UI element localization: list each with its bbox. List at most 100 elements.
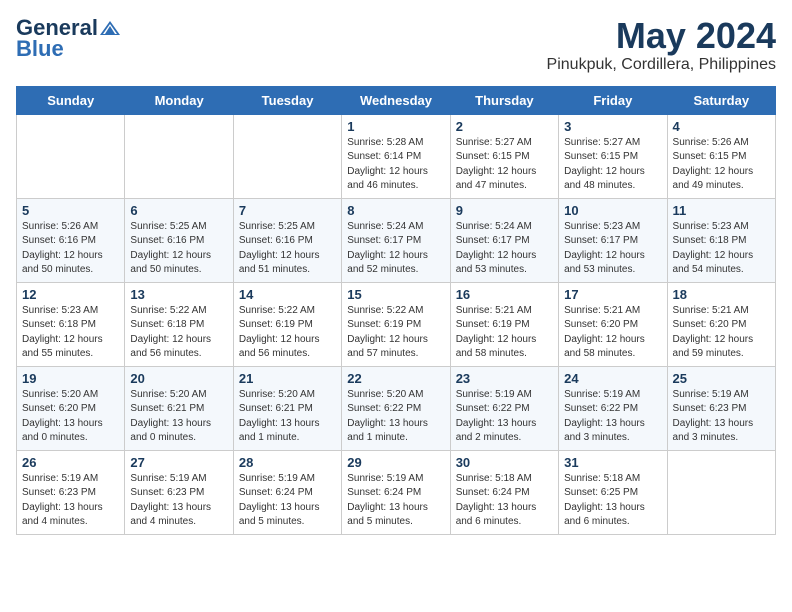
calendar-cell: 17 Sunrise: 5:21 AM Sunset: 6:20 PM Dayli… (559, 282, 667, 366)
day-number: 3 (564, 119, 661, 134)
calendar-cell: 9 Sunrise: 5:24 AM Sunset: 6:17 PM Daylig… (450, 198, 558, 282)
calendar-cell: 6 Sunrise: 5:25 AM Sunset: 6:16 PM Daylig… (125, 198, 233, 282)
day-number: 9 (456, 203, 553, 218)
day-info: Sunrise: 5:19 AM Sunset: 6:24 PM Dayligh… (239, 472, 336, 530)
day-number: 19 (22, 371, 119, 386)
calendar-cell (17, 114, 125, 198)
day-info: Sunrise: 5:19 AM Sunset: 6:24 PM Dayligh… (347, 472, 444, 530)
calendar-cell (233, 114, 341, 198)
calendar-week-row: 1Sunrise: 5:28 AM Sunset: 6:14 PM Daylig… (17, 114, 776, 198)
day-number: 31 (564, 455, 661, 470)
calendar-cell: 21Sunrise: 5:20 AM Sunset: 6:21 PM Dayli… (233, 366, 341, 450)
day-info: Sunrise: 5:27 AM Sunset: 6:15 PM Dayligh… (456, 136, 553, 194)
day-number: 17 (564, 287, 661, 302)
day-number: 8 (347, 203, 444, 218)
calendar-header-row: SundayMondayTuesdayWednesdayThursdayFrid… (17, 86, 776, 114)
calendar-cell: 8 Sunrise: 5:24 AM Sunset: 6:17 PM Daylig… (342, 198, 450, 282)
logo: General Blue (16, 16, 120, 62)
day-number: 6 (130, 203, 227, 218)
calendar-week-row: 26 Sunrise: 5:19 AM Sunset: 6:23 PM Dayli… (17, 450, 776, 534)
calendar-cell (125, 114, 233, 198)
calendar-week-row: 19 Sunrise: 5:20 AM Sunset: 6:20 PM Dayli… (17, 366, 776, 450)
day-info: Sunrise: 5:22 AM Sunset: 6:18 PM Dayligh… (130, 304, 227, 362)
calendar-cell: 28 Sunrise: 5:19 AM Sunset: 6:24 PM Dayli… (233, 450, 341, 534)
day-number: 14 (239, 287, 336, 302)
header-day-monday: Monday (125, 86, 233, 114)
day-info: Sunrise: 5:25 AM Sunset: 6:16 PM Dayligh… (130, 220, 227, 278)
calendar-cell: 11 Sunrise: 5:23 AM Sunset: 6:18 PM Dayli… (667, 198, 775, 282)
calendar-cell: 5 Sunrise: 5:26 AM Sunset: 6:16 PM Daylig… (17, 198, 125, 282)
header-day-wednesday: Wednesday (342, 86, 450, 114)
day-number: 1 (347, 119, 444, 134)
calendar-cell: 7Sunrise: 5:25 AM Sunset: 6:16 PM Daylig… (233, 198, 341, 282)
day-number: 28 (239, 455, 336, 470)
day-info: Sunrise: 5:21 AM Sunset: 6:20 PM Dayligh… (564, 304, 661, 362)
calendar-cell: 31 Sunrise: 5:18 AM Sunset: 6:25 PM Dayli… (559, 450, 667, 534)
day-info: Sunrise: 5:22 AM Sunset: 6:19 PM Dayligh… (239, 304, 336, 362)
day-info: Sunrise: 5:19 AM Sunset: 6:23 PM Dayligh… (130, 472, 227, 530)
calendar-cell: 16 Sunrise: 5:21 AM Sunset: 6:19 PM Dayli… (450, 282, 558, 366)
calendar-cell: 22 Sunrise: 5:20 AM Sunset: 6:22 PM Dayli… (342, 366, 450, 450)
day-info: Sunrise: 5:19 AM Sunset: 6:22 PM Dayligh… (564, 388, 661, 446)
day-info: Sunrise: 5:20 AM Sunset: 6:20 PM Dayligh… (22, 388, 119, 446)
day-number: 26 (22, 455, 119, 470)
calendar-cell: 3 Sunrise: 5:27 AM Sunset: 6:15 PM Daylig… (559, 114, 667, 198)
day-info: Sunrise: 5:26 AM Sunset: 6:16 PM Dayligh… (22, 220, 119, 278)
calendar-cell (667, 450, 775, 534)
calendar-cell: 18Sunrise: 5:21 AM Sunset: 6:20 PM Dayli… (667, 282, 775, 366)
calendar-cell: 4Sunrise: 5:26 AM Sunset: 6:15 PM Daylig… (667, 114, 775, 198)
day-number: 24 (564, 371, 661, 386)
page-header: General Blue May 2024 Pinukpuk, Cordille… (16, 16, 776, 74)
day-info: Sunrise: 5:27 AM Sunset: 6:15 PM Dayligh… (564, 136, 661, 194)
calendar-cell: 2 Sunrise: 5:27 AM Sunset: 6:15 PM Daylig… (450, 114, 558, 198)
day-info: Sunrise: 5:23 AM Sunset: 6:18 PM Dayligh… (673, 220, 770, 278)
calendar-cell: 12Sunrise: 5:23 AM Sunset: 6:18 PM Dayli… (17, 282, 125, 366)
title-area: May 2024 Pinukpuk, Cordillera, Philippin… (547, 16, 776, 74)
day-number: 20 (130, 371, 227, 386)
day-number: 10 (564, 203, 661, 218)
calendar-cell: 13Sunrise: 5:22 AM Sunset: 6:18 PM Dayli… (125, 282, 233, 366)
day-number: 2 (456, 119, 553, 134)
day-number: 16 (456, 287, 553, 302)
day-info: Sunrise: 5:20 AM Sunset: 6:21 PM Dayligh… (239, 388, 336, 446)
calendar-cell: 29 Sunrise: 5:19 AM Sunset: 6:24 PM Dayli… (342, 450, 450, 534)
day-info: Sunrise: 5:23 AM Sunset: 6:17 PM Dayligh… (564, 220, 661, 278)
day-info: Sunrise: 5:21 AM Sunset: 6:20 PM Dayligh… (673, 304, 770, 362)
header-day-tuesday: Tuesday (233, 86, 341, 114)
day-number: 30 (456, 455, 553, 470)
day-number: 11 (673, 203, 770, 218)
calendar-week-row: 12Sunrise: 5:23 AM Sunset: 6:18 PM Dayli… (17, 282, 776, 366)
header-day-thursday: Thursday (450, 86, 558, 114)
day-info: Sunrise: 5:26 AM Sunset: 6:15 PM Dayligh… (673, 136, 770, 194)
calendar-cell: 25Sunrise: 5:19 AM Sunset: 6:23 PM Dayli… (667, 366, 775, 450)
day-info: Sunrise: 5:19 AM Sunset: 6:22 PM Dayligh… (456, 388, 553, 446)
calendar-table: SundayMondayTuesdayWednesdayThursdayFrid… (16, 86, 776, 535)
header-day-friday: Friday (559, 86, 667, 114)
day-info: Sunrise: 5:18 AM Sunset: 6:25 PM Dayligh… (564, 472, 661, 530)
day-info: Sunrise: 5:20 AM Sunset: 6:22 PM Dayligh… (347, 388, 444, 446)
day-info: Sunrise: 5:22 AM Sunset: 6:19 PM Dayligh… (347, 304, 444, 362)
calendar-cell: 14 Sunrise: 5:22 AM Sunset: 6:19 PM Dayli… (233, 282, 341, 366)
day-info: Sunrise: 5:19 AM Sunset: 6:23 PM Dayligh… (22, 472, 119, 530)
location-subtitle: Pinukpuk, Cordillera, Philippines (547, 56, 776, 74)
calendar-cell: 10 Sunrise: 5:23 AM Sunset: 6:17 PM Dayli… (559, 198, 667, 282)
day-info: Sunrise: 5:19 AM Sunset: 6:23 PM Dayligh… (673, 388, 770, 446)
day-info: Sunrise: 5:20 AM Sunset: 6:21 PM Dayligh… (130, 388, 227, 446)
calendar-week-row: 5 Sunrise: 5:26 AM Sunset: 6:16 PM Daylig… (17, 198, 776, 282)
day-number: 29 (347, 455, 444, 470)
day-number: 7 (239, 203, 336, 218)
day-info: Sunrise: 5:24 AM Sunset: 6:17 PM Dayligh… (347, 220, 444, 278)
day-info: Sunrise: 5:24 AM Sunset: 6:17 PM Dayligh… (456, 220, 553, 278)
day-info: Sunrise: 5:18 AM Sunset: 6:24 PM Dayligh… (456, 472, 553, 530)
calendar-cell: 26 Sunrise: 5:19 AM Sunset: 6:23 PM Dayli… (17, 450, 125, 534)
header-day-sunday: Sunday (17, 86, 125, 114)
day-number: 15 (347, 287, 444, 302)
day-number: 5 (22, 203, 119, 218)
day-info: Sunrise: 5:21 AM Sunset: 6:19 PM Dayligh… (456, 304, 553, 362)
day-number: 12 (22, 287, 119, 302)
logo-icon (100, 21, 120, 37)
day-number: 27 (130, 455, 227, 470)
calendar-cell: 23 Sunrise: 5:19 AM Sunset: 6:22 PM Dayli… (450, 366, 558, 450)
day-number: 22 (347, 371, 444, 386)
day-number: 23 (456, 371, 553, 386)
